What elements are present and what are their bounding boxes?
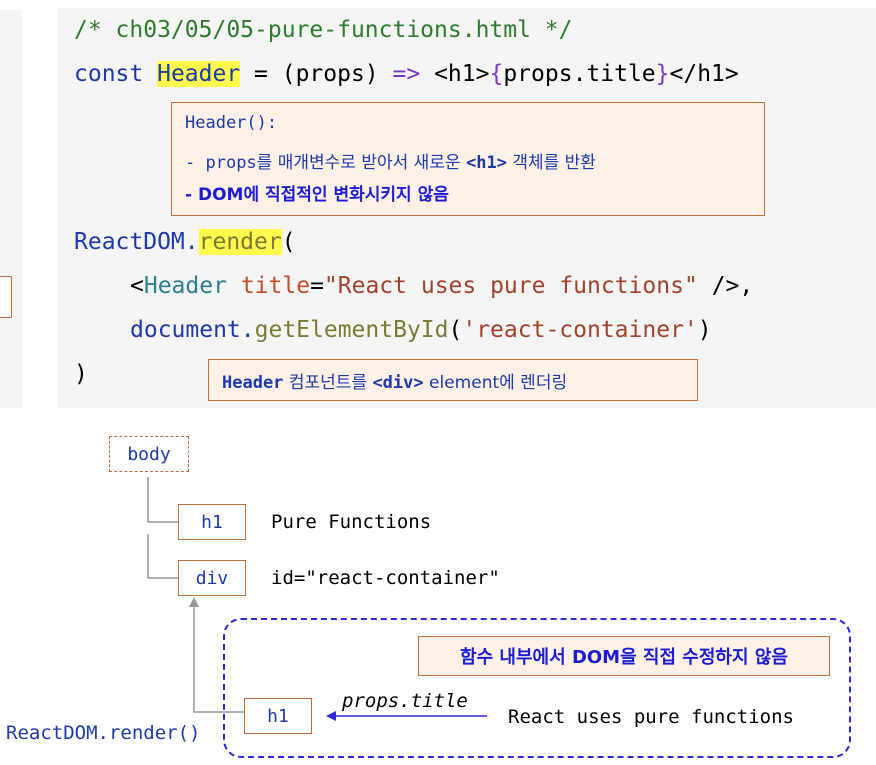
body-div-connector: [147, 534, 178, 579]
body-h1-connector: [147, 477, 178, 523]
body-node: body: [109, 436, 189, 472]
h1-label: Pure Functions: [271, 511, 432, 533]
pure-function-callout: 함수 내부에서 DOM을 직접 수정하지 않음: [418, 636, 830, 676]
render-arrowhead: [189, 597, 199, 607]
new-h1-node: h1: [244, 698, 312, 734]
h1-node: h1: [178, 504, 246, 540]
div-label: id="react-container": [271, 567, 500, 589]
react-uses-label: React uses pure functions: [508, 706, 794, 728]
div-node: div: [178, 560, 246, 596]
props-title-label: props.title: [342, 690, 468, 712]
reactdom-render-label: ReactDOM.render(): [6, 722, 201, 744]
